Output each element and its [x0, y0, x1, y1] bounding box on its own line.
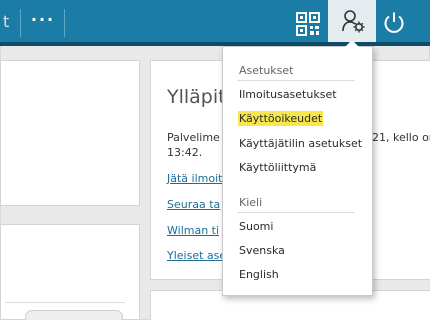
- user-settings-icon: [342, 10, 365, 33]
- qr-code-button[interactable]: [296, 12, 320, 36]
- language-heading: Kieli: [239, 196, 263, 209]
- menu-item-permissions[interactable]: Käyttöoikeudet: [238, 111, 324, 126]
- settings-heading: Asetukset: [239, 64, 294, 77]
- left-panel-bottom: [0, 224, 140, 320]
- link-follow[interactable]: Seuraa ta: [167, 198, 220, 211]
- language-option-suomi[interactable]: Suomi: [239, 219, 273, 234]
- menu-item-account-settings[interactable]: Käyttäjätilin asetukset: [239, 136, 362, 151]
- ellipsis-icon: ···: [30, 10, 56, 29]
- server-info-text-right: 21, kello on: [372, 131, 430, 144]
- link-general-settings[interactable]: Yleiset ase: [167, 249, 226, 262]
- admin-panel-title: Ylläpit: [167, 86, 226, 108]
- left-panel-divider: [5, 302, 125, 303]
- logout-button[interactable]: [381, 10, 407, 36]
- more-menu-button[interactable]: ···: [28, 11, 58, 33]
- language-option-english[interactable]: English: [239, 267, 279, 282]
- server-time-text: 13:42.: [167, 146, 203, 159]
- menu-item-notification-settings[interactable]: Ilmoitusasetukset: [239, 87, 337, 102]
- power-icon: [384, 12, 404, 33]
- settings-divider: [237, 80, 355, 81]
- left-panel-top: [0, 60, 140, 206]
- topbar-separator: [64, 9, 65, 37]
- page-title-fragment: t: [3, 12, 10, 31]
- server-info-text: Palvelime: [167, 131, 220, 144]
- link-wilma-info[interactable]: Wilman ti: [167, 224, 219, 237]
- qr-code-icon: [296, 12, 320, 36]
- language-option-svenska[interactable]: Svenska: [239, 243, 285, 258]
- language-divider: [237, 212, 355, 213]
- link-leave-notice[interactable]: Jätä ilmoit: [167, 172, 222, 185]
- dropdown-caret: [345, 40, 359, 47]
- show-more-button[interactable]: [25, 310, 123, 320]
- user-settings-button[interactable]: [328, 0, 376, 42]
- topbar-separator: [20, 9, 21, 37]
- top-navigation-bar: t ···: [0, 0, 430, 46]
- menu-item-user-interface[interactable]: Käyttöliittymä: [239, 160, 316, 175]
